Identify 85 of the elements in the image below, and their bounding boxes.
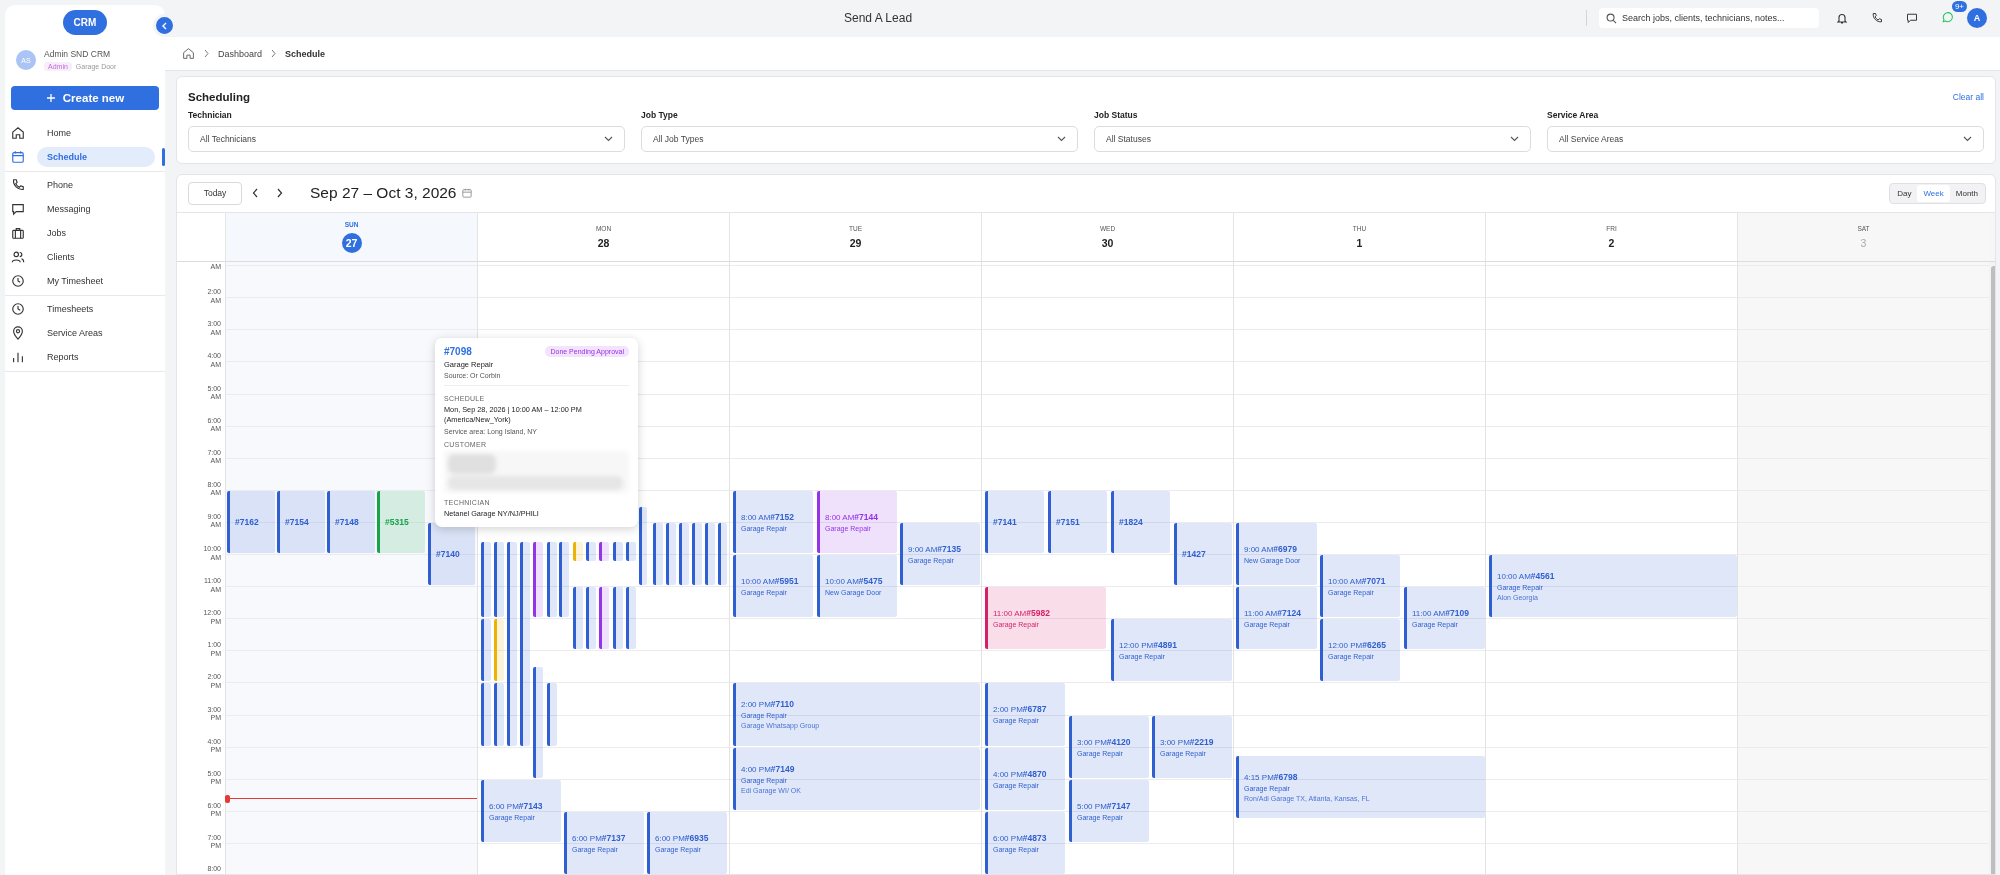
- event-title: 9:00 AM#7135: [908, 544, 962, 554]
- job-number[interactable]: #7098: [444, 345, 472, 357]
- event-title: 3:00 PM#4120: [1077, 736, 1132, 747]
- nav-item[interactable]: Reports: [37, 347, 155, 367]
- date-number: 27: [341, 232, 362, 253]
- event-block[interactable]: #1824: [1111, 490, 1170, 553]
- section-title: Scheduling: [188, 91, 250, 103]
- event-title: 10:00 AM#5951: [741, 576, 800, 587]
- select-field[interactable]: All Job Types: [641, 126, 1078, 152]
- event-title: 3:00 PM#2219: [1160, 736, 1215, 747]
- event-title: 2:00 PM#6787: [993, 704, 1048, 715]
- event-title: 10:00 AM#5475: [825, 576, 884, 587]
- event-block[interactable]: #7141: [985, 490, 1044, 553]
- event-title: 4:15 PM#6798: [1244, 771, 1299, 782]
- date-number: 30: [1101, 236, 1114, 249]
- field-label: Service Area: [1547, 110, 1600, 120]
- event-title: 5:00 PM#7147: [1077, 800, 1132, 811]
- event-title: 10:00 AM#4561: [1497, 571, 1556, 582]
- nav-item[interactable]: Home: [37, 123, 155, 143]
- breadcrumb-link[interactable]: Dashboard: [218, 48, 263, 59]
- event-block[interactable]: #7148: [327, 490, 375, 553]
- view-tab[interactable]: Month: [1949, 184, 1984, 202]
- event-title: #7140: [436, 549, 461, 559]
- event-title: #7148: [335, 516, 360, 527]
- event-title: 8:00 AM#7152: [741, 511, 795, 522]
- nav-item[interactable]: My Timesheet: [37, 271, 155, 291]
- clear-all-link[interactable]: Clear all: [1952, 92, 1984, 102]
- breadcrumb-link[interactable]: Schedule: [285, 48, 326, 59]
- field-label: Job Type: [641, 110, 679, 120]
- notification-badge: 9+: [1951, 1, 1967, 12]
- event-title: 4:00 PM#7149: [741, 763, 796, 774]
- event-title: 6:00 PM#7137: [572, 832, 627, 843]
- nav-item[interactable]: Schedule: [37, 147, 155, 167]
- event-title: #1824: [1119, 516, 1144, 527]
- event-title: 6:00 PM#4873: [993, 832, 1048, 843]
- event-title: 12:00 PM#6265: [1328, 640, 1387, 651]
- event-block[interactable]: #5315: [377, 490, 425, 553]
- event-title: 8:00 AM#7144: [825, 511, 879, 522]
- nav-item[interactable]: Phone: [37, 175, 155, 195]
- view-tab[interactable]: Day: [1891, 184, 1918, 202]
- nav-item[interactable]: Clients: [37, 247, 155, 267]
- date-range: Sep 27 – Oct 3, 2026: [310, 184, 457, 203]
- logo: CRM: [62, 10, 108, 35]
- event-title: #7162: [235, 516, 260, 527]
- date-number: 3: [1860, 236, 1867, 249]
- create-new-button[interactable]: Create new: [11, 86, 159, 110]
- event-title: #7154: [285, 516, 310, 527]
- user-name: Admin SND CRM: [44, 49, 112, 59]
- user-avatar[interactable]: A: [1967, 8, 1987, 28]
- date-number: 28: [597, 236, 610, 249]
- app-title: Send A Lead: [844, 11, 913, 25]
- field-label: Technician: [188, 110, 233, 120]
- search-field[interactable]: Search jobs, clients, technicians, notes...: [1599, 8, 1819, 28]
- event-block[interactable]: #7140: [428, 522, 475, 586]
- nav-item[interactable]: Messaging: [37, 199, 155, 219]
- date-number: 29: [849, 236, 862, 249]
- event-title: 11:00 AM#5982: [993, 608, 1051, 619]
- event-title: 11:00 AM#7109: [1412, 608, 1470, 619]
- event-title: #1427: [1182, 549, 1207, 559]
- event-title: 6:00 PM#7143: [489, 800, 544, 811]
- nav-item[interactable]: Service Areas: [37, 323, 155, 343]
- select-field[interactable]: All Service Areas: [1547, 126, 1984, 152]
- select-field[interactable]: All Statuses: [1094, 126, 1531, 152]
- event-title: 9:00 AM#6979: [1244, 544, 1298, 554]
- event-title: #7151: [1056, 516, 1081, 527]
- field-label: Job Status: [1094, 110, 1139, 120]
- today-button[interactable]: Today: [188, 181, 242, 205]
- event-title: 6:00 PM#6935: [655, 832, 710, 843]
- nav-item[interactable]: Timesheets: [37, 299, 155, 319]
- event-block[interactable]: #7151: [1048, 490, 1107, 553]
- event-title: 4:00 PM#4870: [993, 768, 1048, 779]
- date-number: 2: [1608, 236, 1615, 249]
- event-title: 2:00 PM#7110: [741, 699, 795, 710]
- event-title: #7141: [993, 516, 1018, 527]
- event-title: #5315: [385, 516, 410, 527]
- view-tab[interactable]: Week: [1917, 184, 1950, 202]
- nav-item[interactable]: Jobs: [37, 223, 155, 243]
- event-title: 10:00 AM#7071: [1328, 576, 1387, 587]
- event-block[interactable]: #7162: [227, 490, 275, 553]
- event-title: 12:00 PM#4891: [1119, 640, 1178, 651]
- event-block[interactable]: #7154: [277, 490, 325, 553]
- event-block[interactable]: #1427: [1174, 522, 1232, 586]
- event-title: 11:00 AM#7124: [1244, 608, 1302, 619]
- date-number: 1: [1356, 236, 1363, 249]
- select-field[interactable]: All Technicians: [188, 126, 625, 152]
